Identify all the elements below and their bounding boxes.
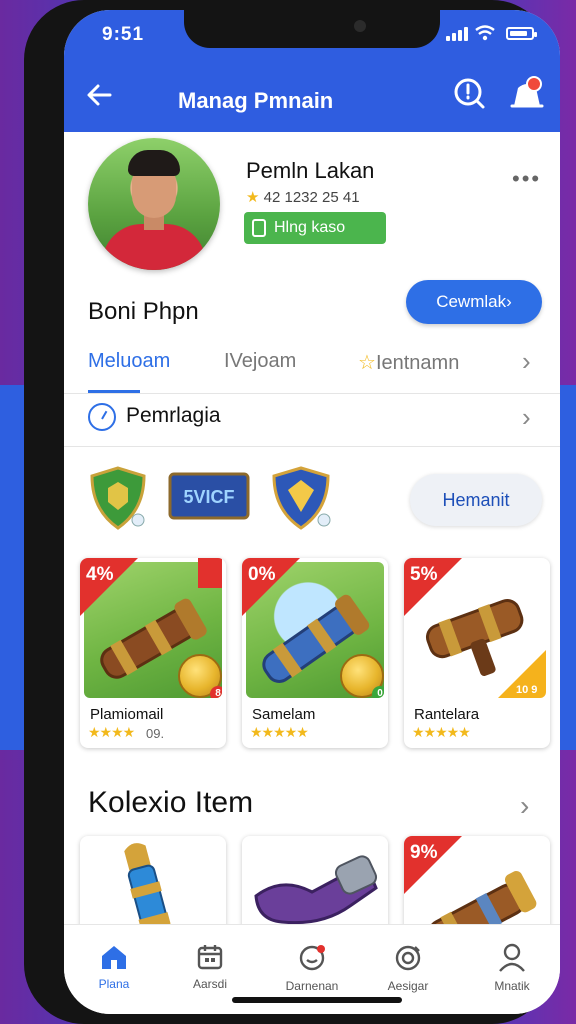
- nav-item-home[interactable]: Plana: [74, 943, 154, 991]
- coin-count-badge: 8: [210, 686, 222, 698]
- signal-icon: [446, 27, 468, 41]
- nav-label: Darnenan: [285, 979, 339, 993]
- page-title: Manag Pmnain: [178, 88, 334, 113]
- primary-action-button[interactable]: Cewmlak›: [406, 280, 542, 324]
- coin-count-badge: 0: [372, 686, 384, 698]
- battery-icon: [506, 27, 537, 40]
- chevron-right-icon[interactable]: ›: [522, 402, 531, 433]
- nav-label: Mnatik: [494, 979, 530, 993]
- notification-dot: [526, 76, 542, 92]
- discount-label: 9%: [410, 842, 438, 863]
- rating-stars: ★★★★: [88, 724, 135, 740]
- item-name: Samelam: [252, 706, 316, 723]
- discount-label: 4%: [86, 564, 114, 585]
- target-icon: [395, 945, 421, 971]
- collection-title: Kolexio Item: [88, 786, 254, 819]
- camera-notch: [184, 10, 440, 48]
- green-shield-badge-icon[interactable]: [88, 466, 148, 530]
- item-name: Rantelara: [414, 706, 480, 723]
- primary-action-label: Cewmlak: [436, 292, 507, 311]
- flag-icon: [198, 558, 222, 588]
- section-label: Boni Phpn: [88, 298, 199, 325]
- star-outline-icon: ☆: [358, 352, 376, 374]
- app-header: Manag Pmnain: [64, 56, 560, 132]
- rating-stars: ★★★★★: [412, 724, 471, 740]
- nav-label: Aarsdi: [192, 977, 227, 991]
- rank-plaque-badge-icon[interactable]: 5VICF: [168, 466, 250, 526]
- home-indicator: [232, 997, 402, 1003]
- row-label[interactable]: Pemrlagia: [126, 404, 221, 428]
- discount-label: 5%: [410, 564, 438, 585]
- rating-stars: ★★★★★: [250, 724, 309, 740]
- item-card[interactable]: 8 4% Plamiomail ★★★★ 09.: [80, 558, 226, 748]
- item-price: 09.: [146, 726, 165, 741]
- player-stats-text: 42 1232 25 41: [263, 189, 360, 206]
- tab-ientnamn[interactable]: ☆Ientnamn: [358, 350, 459, 375]
- item-card[interactable]: 10 9 5% Rantelara ★★★★★: [404, 558, 550, 748]
- status-time: 9:51: [102, 24, 145, 45]
- divider: [64, 393, 560, 394]
- phone-frame: 9:51 Manag Pmnain Pemln Lakan ★ 42 1232 …: [24, 0, 560, 1024]
- more-options-icon[interactable]: •••: [512, 166, 541, 192]
- nav-item-calendar[interactable]: Aarsdi: [170, 943, 250, 991]
- item-name: Plamiomail: [90, 706, 164, 723]
- blue-shield-badge-icon[interactable]: [270, 466, 332, 530]
- star-icon: ★: [246, 189, 260, 206]
- clock-icon: [88, 403, 116, 431]
- tab-meluoam[interactable]: Meluoam: [88, 350, 170, 373]
- player-status-badge: Hlng kaso: [244, 212, 386, 244]
- corner-tag: 10 9: [516, 684, 538, 696]
- avatar[interactable]: [88, 138, 220, 270]
- chat-icon: [299, 945, 325, 971]
- bottom-navigation: Plana Aarsdi Darnenan Aesigar Mnatik: [64, 924, 560, 1014]
- player-status-text: Hlng kaso: [274, 219, 346, 236]
- nav-label: Plana: [98, 977, 130, 991]
- tab-ivejoam[interactable]: IVejoam: [224, 350, 296, 373]
- divider: [64, 446, 560, 447]
- rank-plaque-text: 5VICF: [183, 487, 234, 507]
- nav-item-profile[interactable]: Mnatik: [472, 943, 552, 993]
- tab-ientnamn-label: Ientnamn: [375, 352, 460, 374]
- nav-item-chat[interactable]: Darnenan: [272, 943, 352, 993]
- nav-item-target[interactable]: Aesigar: [368, 943, 448, 993]
- chevron-right-icon[interactable]: ›: [520, 790, 529, 822]
- user-icon: [499, 943, 525, 972]
- chevron-right-icon[interactable]: ›: [522, 346, 531, 377]
- discount-label: 0%: [248, 564, 276, 585]
- player-name: Pemln Lakan: [246, 158, 375, 183]
- search-icon[interactable]: [452, 76, 486, 110]
- nav-label: Aesigar: [387, 979, 429, 993]
- calendar-icon: [197, 945, 223, 970]
- wifi-icon: [475, 25, 495, 41]
- player-stats: ★ 42 1232 25 41: [246, 188, 360, 206]
- app-screen: 9:51 Manag Pmnain Pemln Lakan ★ 42 1232 …: [64, 10, 560, 1014]
- secondary-button[interactable]: Hemanit: [410, 474, 542, 526]
- item-card[interactable]: 0 0% Samelam ★★★★★: [242, 558, 388, 748]
- document-icon: [252, 219, 266, 237]
- back-arrow-icon[interactable]: [84, 80, 114, 110]
- home-icon: [102, 946, 126, 969]
